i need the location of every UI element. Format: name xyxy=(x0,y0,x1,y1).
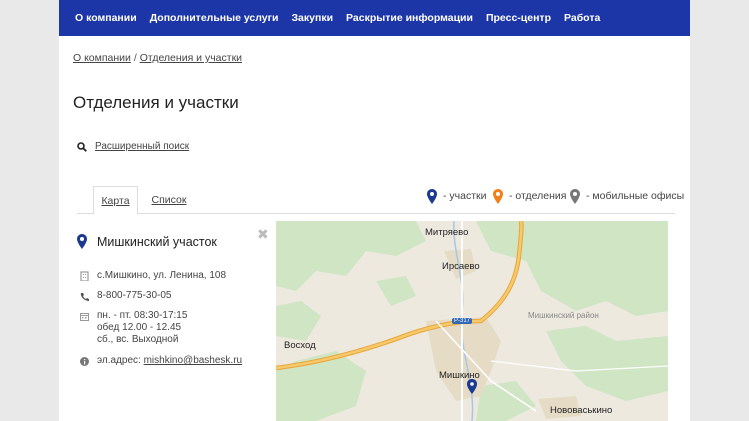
map-pin-icon xyxy=(427,188,437,204)
top-navigation: О компании Дополнительные услуги Закупки… xyxy=(59,0,690,36)
map-pin-icon xyxy=(77,234,87,249)
map[interactable]: Митряево Ирсаево Восход Мишкино Нововась… xyxy=(276,221,668,421)
map-pin-icon xyxy=(493,188,503,204)
breadcrumb-branches-link[interactable]: Отделения и участки xyxy=(140,52,242,64)
nav-item-jobs[interactable]: Работа xyxy=(564,12,600,24)
nav-item-about[interactable]: О компании xyxy=(75,12,137,24)
map-label-voskhod: Восход xyxy=(284,340,316,351)
road-number-badge: Р-317 xyxy=(452,318,473,324)
forest-area xyxy=(376,276,416,306)
building-icon xyxy=(79,270,89,282)
nav-item-additional-services[interactable]: Дополнительные услуги xyxy=(150,12,279,24)
legend-item-districts: - участки xyxy=(427,186,487,206)
nav-item-press-center[interactable]: Пресс-центр xyxy=(486,12,551,24)
info-icon xyxy=(79,355,89,367)
phone-icon xyxy=(79,290,89,302)
forest-area xyxy=(276,301,321,341)
close-icon[interactable]: ✖ xyxy=(257,226,269,243)
map-label-novovaskino: Нововаськино xyxy=(550,405,613,416)
office-address-row: с.Мишкино, ул. Ленина, 108 xyxy=(79,270,226,282)
breadcrumb-separator: / xyxy=(133,52,137,64)
map-pin-dot xyxy=(470,382,474,386)
nav-item-procurement[interactable]: Закупки xyxy=(291,12,333,24)
office-email-row: эл.адрес: mishkino@bashesk.ru xyxy=(79,355,242,367)
office-title: Мишкинский участок xyxy=(77,234,217,249)
map-label-irsaevo: Ирсаево xyxy=(442,261,480,272)
calendar-icon xyxy=(79,310,89,322)
office-email-link[interactable]: mishkino@bashesk.ru xyxy=(144,355,243,366)
legend-label: - участки xyxy=(443,190,487,202)
office-hours-weekend: сб., вс. Выходной xyxy=(97,334,179,345)
tab-map[interactable]: Карта xyxy=(93,186,138,215)
advanced-search-link[interactable]: Расширенный поиск xyxy=(95,141,189,152)
office-hours-weekdays: пн. - пт. 08:30-17:15 xyxy=(97,310,188,321)
map-pin-icon xyxy=(570,188,580,204)
legend-item-mobile-offices: - мобильные офисы xyxy=(570,186,684,206)
forest-area xyxy=(476,381,536,421)
office-phone: 8-800-775-30-05 xyxy=(97,290,172,301)
office-hours-row: пн. - пт. 08:30-17:15 обед 12.00 - 12.45… xyxy=(79,310,187,346)
page-title: Отделения и участки xyxy=(73,93,239,112)
office-name: Мишкинский участок xyxy=(97,234,217,249)
tab-list[interactable]: Список xyxy=(149,186,189,214)
office-card: Мишкинский участок ✖ с.Мишкино, ул. Лени… xyxy=(77,222,272,421)
map-label-district: Мишкинский район xyxy=(528,311,599,320)
email-label: эл.адрес: xyxy=(97,355,141,366)
breadcrumb: О компании / Отделения и участки xyxy=(73,52,242,64)
legend-item-branches: - отделения xyxy=(493,186,566,206)
page: О компании Дополнительные услуги Закупки… xyxy=(59,0,690,421)
map-label-mishkino: Мишкино xyxy=(439,370,480,381)
breadcrumb-about-link[interactable]: О компании xyxy=(73,52,131,64)
forest-area xyxy=(476,221,668,316)
legend-label: - отделения xyxy=(509,190,567,202)
advanced-search: Расширенный поиск xyxy=(77,141,189,152)
office-address: с.Мишкино, ул. Ленина, 108 xyxy=(97,270,227,281)
search-icon xyxy=(77,141,87,152)
legend-label: - мобильные офисы xyxy=(586,190,685,202)
office-phone-row: 8-800-775-30-05 xyxy=(79,290,172,302)
map-label-mitryaevo: Митряево xyxy=(425,227,469,238)
nav-item-disclosure[interactable]: Раскрытие информации xyxy=(346,12,473,24)
office-hours-lunch: обед 12.00 - 12.45 xyxy=(97,322,182,333)
forest-area xyxy=(546,326,668,401)
